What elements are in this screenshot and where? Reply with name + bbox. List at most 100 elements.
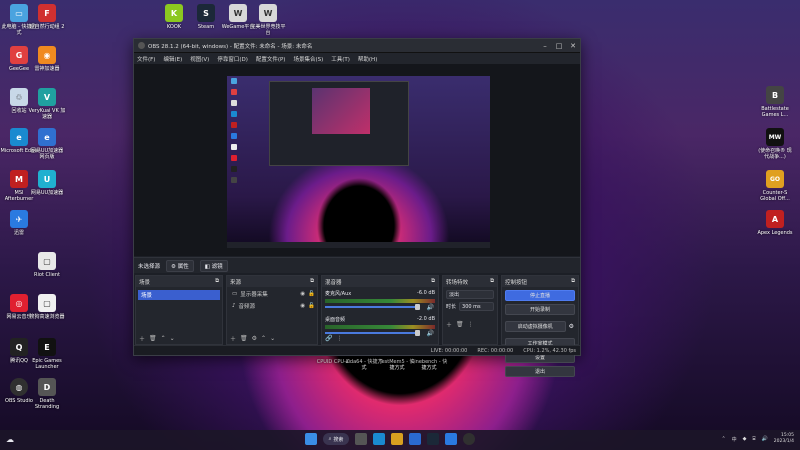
desktop-icon-battlestate[interactable]: B Battlestate Games L... [756, 86, 794, 118]
filters-button[interactable]: ◧ 滤镜 [199, 259, 228, 272]
menu-help[interactable]: 帮助(H) [358, 55, 377, 63]
task-view-icon[interactable] [355, 433, 367, 445]
windows-start-icon[interactable] [305, 433, 317, 445]
obs-titlebar[interactable]: OBS 28.1.2 (64-bit, windows) - 配置文件: 未命名… [134, 39, 580, 53]
menu-profile[interactable]: 配置文件(P) [256, 55, 286, 63]
lang-indicator[interactable]: 中 [732, 436, 737, 443]
undock-icon[interactable]: ⧉ [490, 278, 494, 285]
store-icon[interactable] [409, 433, 421, 445]
minimize-icon[interactable]: – [538, 42, 552, 50]
nested-taskbar [227, 242, 490, 248]
menu-edit[interactable]: 编辑(E) [163, 55, 182, 63]
lock-icon[interactable]: 🔓 [308, 291, 315, 297]
add-icon[interactable]: ＋ [230, 334, 236, 343]
speaker-icon[interactable]: 🔊 [427, 304, 434, 311]
scene-item[interactable]: 场景 [138, 290, 220, 300]
desktop-icon-riot[interactable]: ▢ Riot Client [28, 252, 66, 278]
trash-icon[interactable]: 🗑 [456, 321, 464, 328]
undock-icon[interactable]: ⧉ [310, 278, 314, 285]
desktop-icon-cinebench[interactable]: Cinebench - 快捷方式 [410, 357, 448, 371]
desktop-icon-apex[interactable]: A Apex Legends [756, 210, 794, 236]
menu-tools[interactable]: 工具(T) [331, 55, 350, 63]
up-arrow-icon[interactable]: ⌃ [261, 335, 266, 342]
menu-scene-collection[interactable]: 场景集合(S) [293, 55, 323, 63]
volume-slider[interactable] [325, 304, 420, 310]
up-arrow-icon[interactable]: ⌃ [161, 335, 166, 342]
stop-streaming-button[interactable]: 停止直播 [505, 290, 575, 301]
epic-icon: E [38, 338, 56, 356]
desktop-icon-game[interactable]: F 超自然行动组 2 [28, 4, 66, 30]
xunlei-icon[interactable] [445, 433, 457, 445]
nested-preview-image [312, 88, 370, 134]
filter-icon: ◧ [204, 263, 210, 270]
menu-docks[interactable]: 停靠窗口(D) [217, 55, 248, 63]
trash-icon[interactable]: 🗑 [240, 335, 248, 342]
preview-desktop-icons [229, 78, 247, 188]
chevron-up-icon[interactable]: ⌃ [721, 436, 725, 442]
weather-icon[interactable]: ☁ [6, 435, 14, 444]
sources-dock: 来源 ⧉ ▭ 显示器采集 ◉ 🔓 ♪ 音频源 ◉ 🔓 ＋ 🗑 ⚙ ⌃ ⌄ [226, 275, 318, 345]
source-item[interactable]: ▭ 显示器采集 ◉ 🔓 [229, 289, 315, 299]
desktop-icon-verykuai[interactable]: V VeryKuai VK 加速器 [28, 88, 66, 120]
desktop-icon-csgo[interactable]: GO Counter-S Global Off... [756, 170, 794, 202]
search-box[interactable]: ⌕ 搜索 [323, 433, 349, 445]
desktop-icon-epic[interactable]: E Epic Games Launcher [28, 338, 66, 370]
desktop-icon-perfect-world[interactable]: W 完美世界竞技平台 [249, 4, 287, 36]
properties-button[interactable]: ⚙ 属性 [166, 259, 194, 272]
transitions-title: 转场特效 [446, 279, 469, 286]
cod-icon: MW [766, 128, 784, 146]
menu-view[interactable]: 视图(V) [190, 55, 209, 63]
volume-icon[interactable]: 🔊 [762, 436, 768, 442]
clock[interactable]: 15:05 2023/1/4 [774, 433, 794, 445]
obs-icon[interactable] [463, 433, 475, 445]
gear-icon[interactable]: ⚙ [569, 323, 574, 330]
qq-icon: Q [10, 338, 28, 356]
menu-file[interactable]: 文件(F) [137, 55, 155, 63]
steam-icon: S [197, 4, 215, 22]
sources-footer: ＋ 🗑 ⚙ ⌃ ⌄ [227, 332, 317, 344]
network-icon[interactable]: ⌸ [753, 436, 756, 442]
duration-label: 时长 [446, 304, 457, 310]
down-arrow-icon[interactable]: ⌄ [170, 335, 175, 342]
gear-icon[interactable]: ⚙ [252, 335, 257, 342]
link-icon[interactable]: 🔗 [325, 335, 332, 342]
maximize-icon[interactable]: □ [552, 42, 566, 50]
more-icon[interactable]: ⋮ [336, 335, 342, 342]
apex-icon: A [766, 210, 784, 228]
start-recording-button[interactable]: 开始录制 [505, 304, 575, 315]
desktop-icon-sogou[interactable]: ▢ 搜狗高速浏览器 [28, 294, 66, 320]
gear-icon: ⚙ [171, 263, 176, 270]
down-arrow-icon[interactable]: ⌄ [270, 335, 275, 342]
file-icon: ▢ [38, 294, 56, 312]
live-status: LIVE: 00:00:00 [430, 347, 468, 354]
steam-icon[interactable] [427, 433, 439, 445]
app-tray-icon[interactable]: ◆ [743, 436, 747, 442]
preview-canvas[interactable] [134, 64, 580, 256]
exit-button[interactable]: 退出 [505, 366, 575, 377]
virtual-camera-button[interactable]: 启动虚拟摄像机 [505, 321, 566, 332]
desktop-icon-uu-web[interactable]: e 网易UU加速器 网页版 [28, 128, 66, 160]
menu-bar: 文件(F) 编辑(E) 视图(V) 停靠窗口(D) 配置文件(P) 场景集合(S… [134, 53, 580, 64]
source-item[interactable]: ♪ 音频源 ◉ 🔓 [229, 301, 315, 311]
trash-icon[interactable]: 🗑 [149, 335, 157, 342]
more-icon[interactable]: ⋮ [468, 321, 474, 328]
desktop-icon-xunlei[interactable]: ✈ 迅雷 [0, 210, 38, 236]
leishen-icon: ◉ [38, 46, 56, 64]
lock-icon[interactable]: 🔓 [308, 303, 315, 309]
duration-input[interactable]: 300 ms [459, 302, 494, 311]
add-icon[interactable]: ＋ [139, 334, 145, 343]
edge-icon[interactable] [373, 433, 385, 445]
transition-select[interactable]: 淡出 [446, 290, 494, 299]
eye-icon[interactable]: ◉ [300, 303, 305, 309]
add-icon[interactable]: ＋ [446, 320, 452, 329]
undock-icon[interactable]: ⧉ [431, 278, 435, 285]
undock-icon[interactable]: ⧉ [215, 278, 219, 285]
desktop-icon-leishen[interactable]: ◉ 雷神加速器 [28, 46, 66, 72]
desktop-icon-uu[interactable]: U 网易UU加速器 [28, 170, 66, 196]
desktop-icon-cod-mw[interactable]: MW (使命召唤® 现代战争...) [756, 128, 794, 160]
eye-icon[interactable]: ◉ [300, 291, 305, 297]
file-explorer-icon[interactable] [391, 433, 403, 445]
undock-icon[interactable]: ⧉ [571, 278, 575, 285]
close-icon[interactable]: ✕ [566, 42, 580, 50]
desktop-icon-death-stranding[interactable]: D Death Stranding [28, 378, 66, 410]
